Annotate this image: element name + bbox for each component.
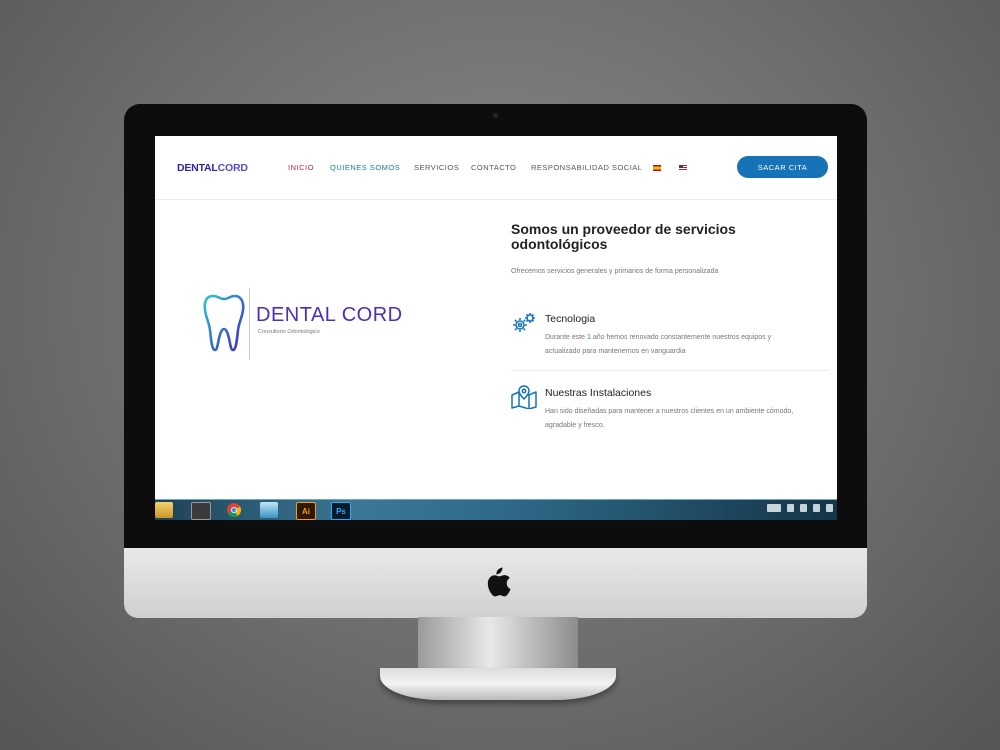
- network-app-icon[interactable]: [260, 502, 278, 518]
- explorer-icon[interactable]: [155, 502, 173, 518]
- logo-subtitle: Consultorio Odontológico: [258, 329, 320, 335]
- nav-responsabilidad-social[interactable]: RESPONSABILIDAD SOCIAL: [531, 163, 642, 172]
- es-flag-icon[interactable]: [653, 165, 661, 171]
- keyboard-icon[interactable]: [767, 504, 781, 512]
- apple-logo-icon: [487, 567, 511, 597]
- brand-part-cord: CORD: [217, 162, 248, 174]
- sublime-text-icon[interactable]: [191, 502, 211, 520]
- sacar-cita-button[interactable]: SACAR CITA: [737, 156, 828, 178]
- chrome-icon[interactable]: [225, 502, 243, 518]
- page-headline: Somos un proveedor de servicios odontoló…: [511, 221, 736, 252]
- gears-icon: [513, 313, 535, 332]
- feature-text-tecnologia-a: Durante este: [545, 334, 588, 341]
- webcam: [493, 113, 498, 118]
- windows-taskbar: Ai Ps: [155, 499, 837, 520]
- screen: DENTALCORD INICIO QUIENES SOMOS SERVICIO…: [155, 136, 837, 520]
- us-flag-icon[interactable]: [679, 165, 687, 171]
- feature-separator: [511, 370, 829, 371]
- volume-icon[interactable]: [826, 504, 833, 512]
- nav-servicios[interactable]: SERVICIOS: [414, 163, 459, 172]
- photoshop-icon[interactable]: Ps: [331, 502, 351, 520]
- system-tray: [767, 504, 833, 512]
- brand-part-dental: DENTAL: [177, 162, 218, 174]
- logo-divider: [249, 288, 250, 360]
- nav-quienes-somos[interactable]: QUIENES SOMOS: [330, 163, 400, 172]
- monitor-stand-foot: [380, 668, 616, 700]
- site-brand-logo[interactable]: DENTALCORD: [177, 162, 248, 174]
- network-icon[interactable]: [800, 504, 807, 512]
- nav-contacto[interactable]: CONTACTO: [471, 163, 516, 172]
- feature-text-tecnologia: Durante este 1 año hemos renovado consta…: [545, 331, 805, 358]
- flag-icon[interactable]: [787, 504, 794, 512]
- nav-inicio[interactable]: INICIO: [288, 163, 314, 172]
- tooth-logo-icon: [203, 294, 245, 352]
- site-navbar: DENTALCORD INICIO QUIENES SOMOS SERVICIO…: [155, 136, 837, 200]
- map-pin-icon: [511, 385, 537, 409]
- signal-icon[interactable]: [813, 504, 820, 512]
- feature-text-instalaciones: Han sido diseñadas para mantener a nuest…: [545, 408, 794, 429]
- feature-title-instalaciones: Nuestras Instalaciones: [545, 387, 652, 399]
- illustrator-icon[interactable]: Ai: [296, 502, 316, 520]
- logo-title: DENTAL CORD: [256, 304, 403, 326]
- lead-text: Ofrecemos servicios generales y primario…: [511, 268, 719, 275]
- feature-title-tecnologia: Tecnologia: [545, 313, 596, 325]
